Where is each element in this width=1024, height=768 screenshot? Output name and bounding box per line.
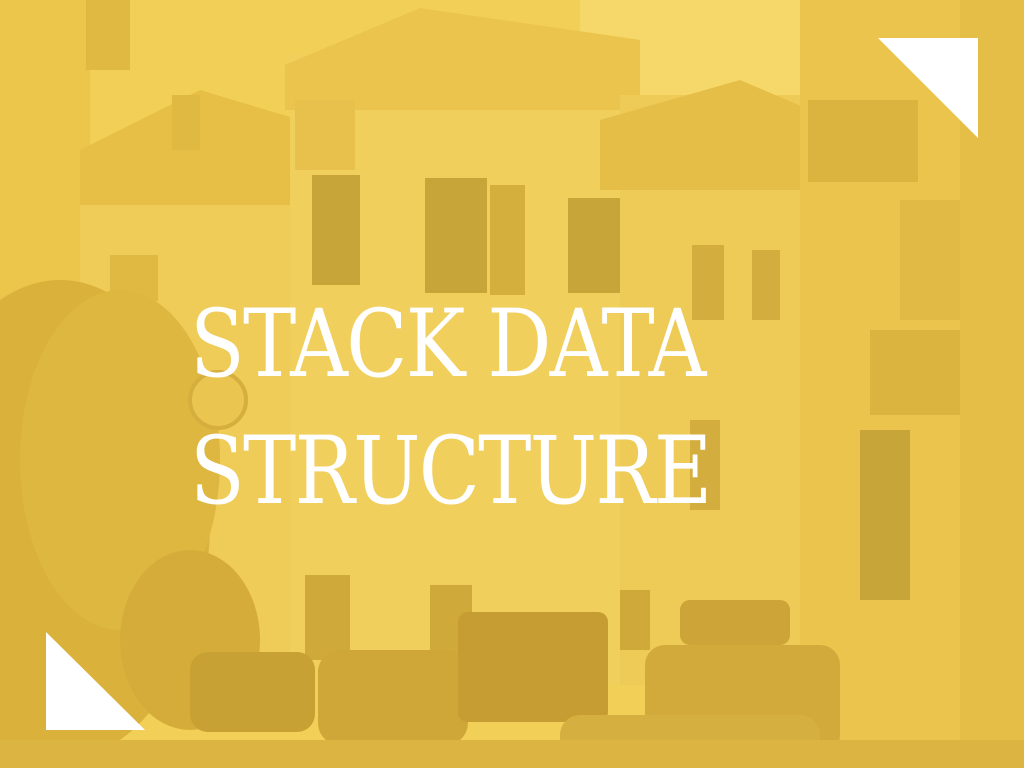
slide: STACK DATA STRUCTURE — [0, 0, 1024, 768]
bottom-left-corner-triangle-icon — [46, 632, 145, 730]
title-line-2: STRUCTURE — [190, 416, 712, 526]
slide-title: STACK DATA STRUCTURE — [190, 282, 712, 536]
title-line-1: STACK DATA — [190, 290, 706, 399]
top-right-corner-triangle-icon — [878, 38, 978, 138]
